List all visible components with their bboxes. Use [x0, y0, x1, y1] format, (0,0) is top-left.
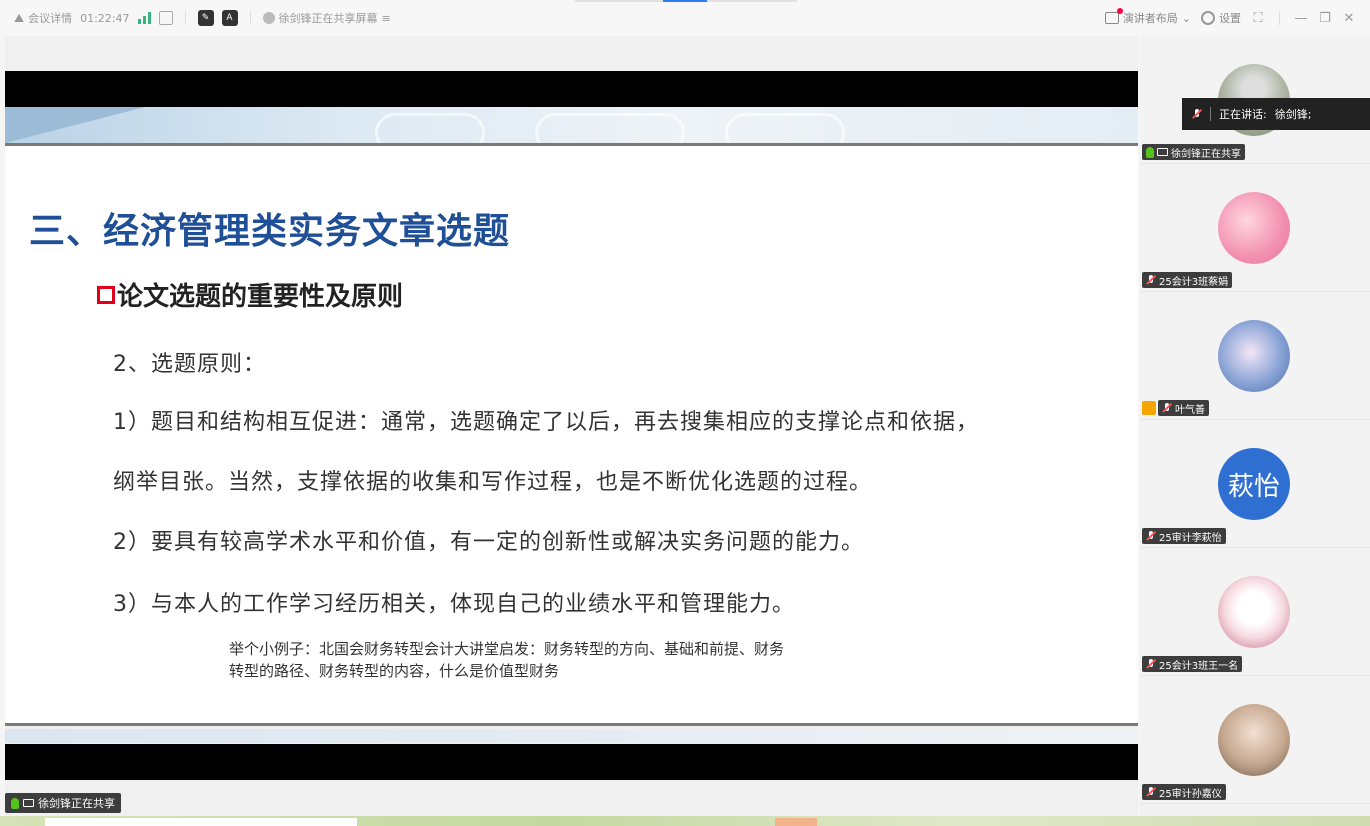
sharing-badge-label: 徐剑锋正在共享	[38, 797, 115, 810]
restore-icon[interactable]: ❐	[1318, 11, 1332, 26]
participant-name-tag: 徐剑锋正在共享	[1142, 144, 1245, 160]
presenter-layout-label: 演讲者布局	[1122, 12, 1178, 25]
mic-muted-icon	[1146, 275, 1156, 285]
mic-on-icon	[1146, 146, 1154, 158]
slide-line: 2）要具有较高学术水平和价值，有一定的创新性或解决实务问题的能力。	[113, 530, 864, 555]
slide-note-line: 转型的路径、财务转型的内容，什么是价值型财务	[229, 662, 560, 680]
letterbox-bottom	[5, 744, 1138, 780]
participant-name: 25审计孙嘉仪	[1159, 788, 1222, 800]
mic-muted-icon	[1146, 787, 1156, 797]
sharer-avatar-icon	[262, 12, 275, 24]
mic-muted-icon	[1146, 531, 1156, 541]
participant-name: 25会计3班王一名	[1159, 660, 1239, 672]
meeting-details-button[interactable]: ⛰ 会议详情	[14, 10, 72, 26]
screen-share-icon	[23, 799, 34, 807]
participant-name: 25会计3班蔡娟	[1159, 276, 1229, 288]
participant-name-tag: 25会计3班王一名	[1142, 656, 1243, 672]
minimize-icon[interactable]: —	[1294, 11, 1308, 26]
cartoon-avatar	[1218, 576, 1290, 648]
translate-icon[interactable]: A	[221, 10, 238, 26]
participant-name-tag: 25审计孙嘉仪	[1142, 784, 1226, 800]
sharing-badge: 徐剑锋正在共享	[5, 793, 121, 813]
participant-tile[interactable]: 25会计3班王一名	[1140, 548, 1370, 676]
slide-line: 2、选题原则：	[113, 352, 266, 377]
popout-icon[interactable]	[158, 11, 173, 25]
slide-footer-decoration	[5, 729, 1138, 743]
participant-tile[interactable]: 萩怡 25审计李萩怡	[1140, 420, 1370, 548]
mic-muted-icon	[1162, 403, 1172, 413]
slide-subtitle: 论文选题的重要性及原则	[97, 276, 403, 313]
drag-handle[interactable]	[575, 0, 797, 2]
anime-girl-avatar	[1218, 320, 1290, 392]
participant-name: 25审计李萩怡	[1159, 532, 1222, 544]
meeting-logo-icon: ⛰	[14, 10, 25, 25]
photo-avatar	[1218, 704, 1290, 776]
menu-icon: ≡	[381, 11, 391, 25]
signal-strength-icon	[137, 12, 151, 24]
fullscreen-icon[interactable]: ⛶	[1251, 11, 1265, 26]
meeting-toolbar: ⛰ 会议详情 01:22:47 ✎ A 徐剑锋正在共享屏幕 ≡ 演讲者布局 ⌄ …	[0, 0, 1370, 36]
sharing-status[interactable]: 徐剑锋正在共享屏幕 ≡	[262, 10, 391, 26]
participant-tile[interactable]: 25审计孙嘉仪	[1140, 676, 1370, 804]
slide-line: 纲举目张。当然，支撑依据的收集和写作过程，也是不断优化选题的过程。	[113, 470, 873, 495]
host-icon	[1142, 401, 1156, 415]
annotate-icon[interactable]: ✎	[197, 10, 214, 26]
participant-name: 叶气善	[1175, 404, 1205, 416]
square-bullet-icon	[97, 285, 115, 304]
chevron-down-icon: ⌄	[1181, 11, 1191, 25]
mic-on-icon	[11, 797, 19, 809]
participant-name: 徐剑锋正在共享	[1171, 148, 1241, 160]
meeting-details-label: 会议详情	[28, 12, 73, 25]
participant-name-tag: 叶气善	[1158, 400, 1209, 416]
elapsed-time: 01:22:47	[80, 11, 130, 25]
mic-icon	[1192, 109, 1202, 119]
participant-name-tag: 25会计3班蔡娟	[1142, 272, 1233, 288]
text-avatar: 萩怡	[1218, 448, 1290, 520]
participant-tile[interactable]: 叶气善	[1140, 292, 1370, 420]
shared-screen: 三、经济管理类实务文章选题 论文选题的重要性及原则 2、选题原则： 1）题目和结…	[5, 36, 1138, 816]
slide-line: 1）题目和结构相互促进：通常，选题确定了以后，再去搜集相应的支撑论点和依据，	[113, 410, 979, 435]
slide-header-decoration	[5, 107, 1138, 143]
slide-subtitle-text: 论文选题的重要性及原则	[117, 282, 404, 312]
pink-plush-avatar	[1218, 192, 1290, 264]
close-icon[interactable]: ✕	[1342, 11, 1356, 26]
sharing-status-label: 徐剑锋正在共享屏幕	[278, 12, 378, 25]
layout-icon	[1104, 8, 1123, 24]
speaking-label: 正在讲话:	[1219, 108, 1267, 121]
participant-name-tag: 25审计李萩怡	[1142, 528, 1226, 544]
settings-button[interactable]: 设置	[1201, 10, 1241, 26]
slide-note-line: 举个小例子：北国会财务转型会计大讲堂启发：财务转型的方向、基础和前提、财务	[229, 640, 785, 658]
mic-muted-icon	[1146, 659, 1156, 669]
slide-note: 举个小例子：北国会财务转型会计大讲堂启发：财务转型的方向、基础和前提、财务 转型…	[229, 638, 949, 682]
speaking-indicator: 正在讲话: 徐剑锋;	[1182, 98, 1370, 130]
letterbox-top	[5, 71, 1138, 107]
taskbar	[0, 816, 1370, 826]
slide-title: 三、经济管理类实务文章选题	[29, 211, 511, 252]
speaking-name: 徐剑锋;	[1274, 108, 1312, 121]
presenter-layout-button[interactable]: 演讲者布局 ⌄	[1104, 8, 1191, 26]
participant-panel: 徐剑锋正在共享 25会计3班蔡娟 叶气善 萩怡 25审计李萩怡 25会计3班王一…	[1140, 36, 1370, 816]
slide: 三、经济管理类实务文章选题 论文选题的重要性及原则 2、选题原则： 1）题目和结…	[5, 143, 1138, 726]
settings-label: 设置	[1219, 12, 1241, 25]
participant-tile[interactable]: 25会计3班蔡娟	[1140, 164, 1370, 292]
screen-share-icon	[1157, 148, 1168, 156]
gear-icon	[1201, 11, 1215, 25]
slide-line: 3）与本人的工作学习经历相关，体现自己的业绩水平和管理能力。	[113, 592, 795, 617]
